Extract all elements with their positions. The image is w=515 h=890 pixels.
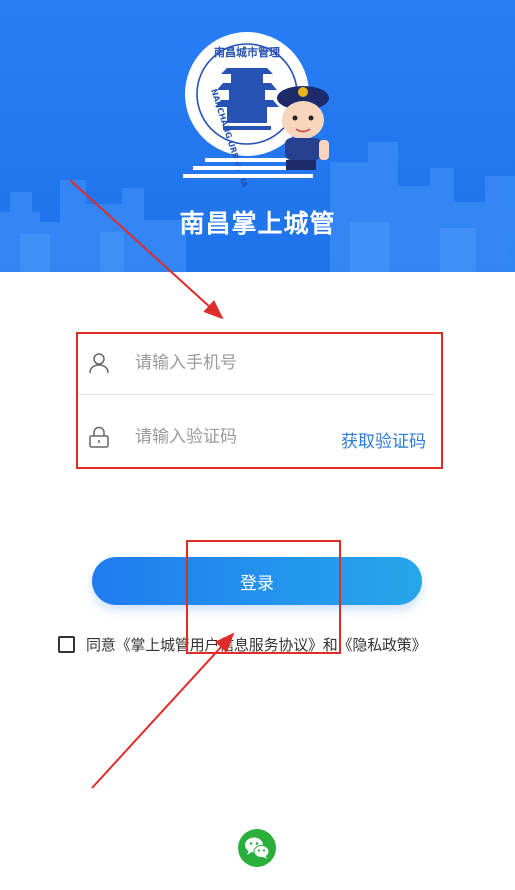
annotation-box-input-fields bbox=[76, 332, 443, 469]
logo-arc-text: 南昌城市管理 bbox=[214, 45, 280, 59]
wechat-icon bbox=[245, 837, 270, 859]
annotation-arrow-to-login bbox=[91, 632, 235, 789]
agreement-checkbox[interactable] bbox=[58, 635, 75, 653]
wechat-login-button[interactable] bbox=[238, 829, 276, 867]
app-logo: 南昌城市管理 NANCHANG URBAN MA bbox=[183, 28, 343, 190]
annotation-box-login bbox=[186, 540, 341, 654]
header-banner: 南昌城市管理 NANCHANG URBAN MA 南昌掌上城管 bbox=[0, 0, 515, 272]
app-title: 南昌掌上城管 bbox=[179, 209, 336, 238]
